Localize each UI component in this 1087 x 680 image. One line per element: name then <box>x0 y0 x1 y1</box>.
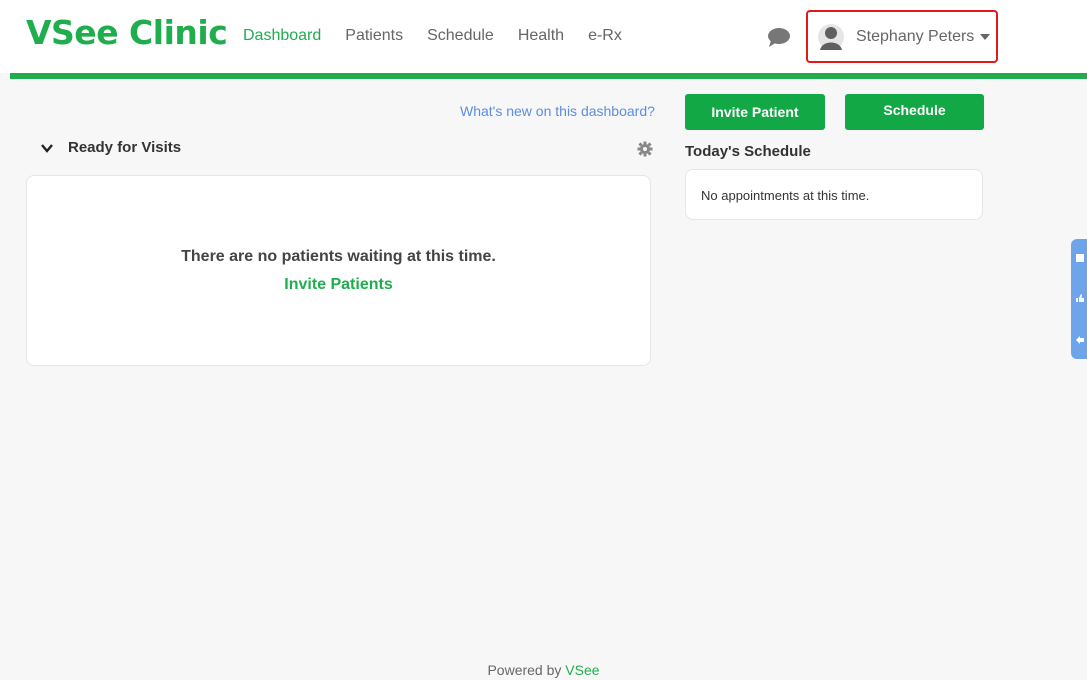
caret-down-icon <box>980 33 991 40</box>
whats-new-link[interactable]: What's new on this dashboard? <box>460 103 655 119</box>
book-icon[interactable] <box>1075 253 1085 263</box>
nav-item-patients[interactable]: Patients <box>345 26 403 46</box>
nav-item-dashboard[interactable]: Dashboard <box>243 26 321 46</box>
app-logo[interactable]: VSee Clinic <box>26 13 228 53</box>
nav-item-schedule[interactable]: Schedule <box>427 26 494 46</box>
no-appointments-message: No appointments at this time. <box>701 188 870 203</box>
nav-item-erx[interactable]: e-Rx <box>588 26 622 46</box>
schedule-button[interactable]: Schedule <box>845 94 984 130</box>
waiting-room-card: There are no patients waiting at this ti… <box>26 175 651 366</box>
side-feedback-widget <box>1071 239 1087 359</box>
invite-patients-link[interactable]: Invite Patients <box>27 276 650 294</box>
header-divider <box>10 73 1087 79</box>
arrow-left-icon[interactable] <box>1075 335 1085 345</box>
invite-patient-button[interactable]: Invite Patient <box>685 94 825 130</box>
todays-schedule-title: Today's Schedule <box>685 143 811 160</box>
gear-icon[interactable] <box>637 141 653 157</box>
footer-brand-link[interactable]: VSee <box>565 662 599 678</box>
empty-waiting-message: There are no patients waiting at this ti… <box>181 248 496 265</box>
section-title: Ready for Visits <box>68 139 182 156</box>
user-name: Stephany Peters <box>856 27 975 45</box>
top-navbar: VSee Clinic Dashboard Patients Schedule … <box>0 0 1087 73</box>
todays-schedule-card: No appointments at this time. <box>685 169 983 220</box>
nav-item-health[interactable]: Health <box>518 26 564 46</box>
footer-text: Powered by <box>487 662 562 678</box>
ready-for-visits-toggle[interactable]: Ready for Visits <box>40 139 181 156</box>
chat-bubble-icon[interactable] <box>766 26 792 48</box>
user-menu[interactable]: Stephany Peters <box>806 10 998 63</box>
user-avatar-icon <box>818 23 844 50</box>
footer: Powered by VSee <box>0 662 1087 678</box>
chevron-down-icon <box>41 143 53 153</box>
main-nav: Dashboard Patients Schedule Health e-Rx <box>243 26 646 46</box>
thumbs-up-icon[interactable] <box>1075 293 1085 303</box>
